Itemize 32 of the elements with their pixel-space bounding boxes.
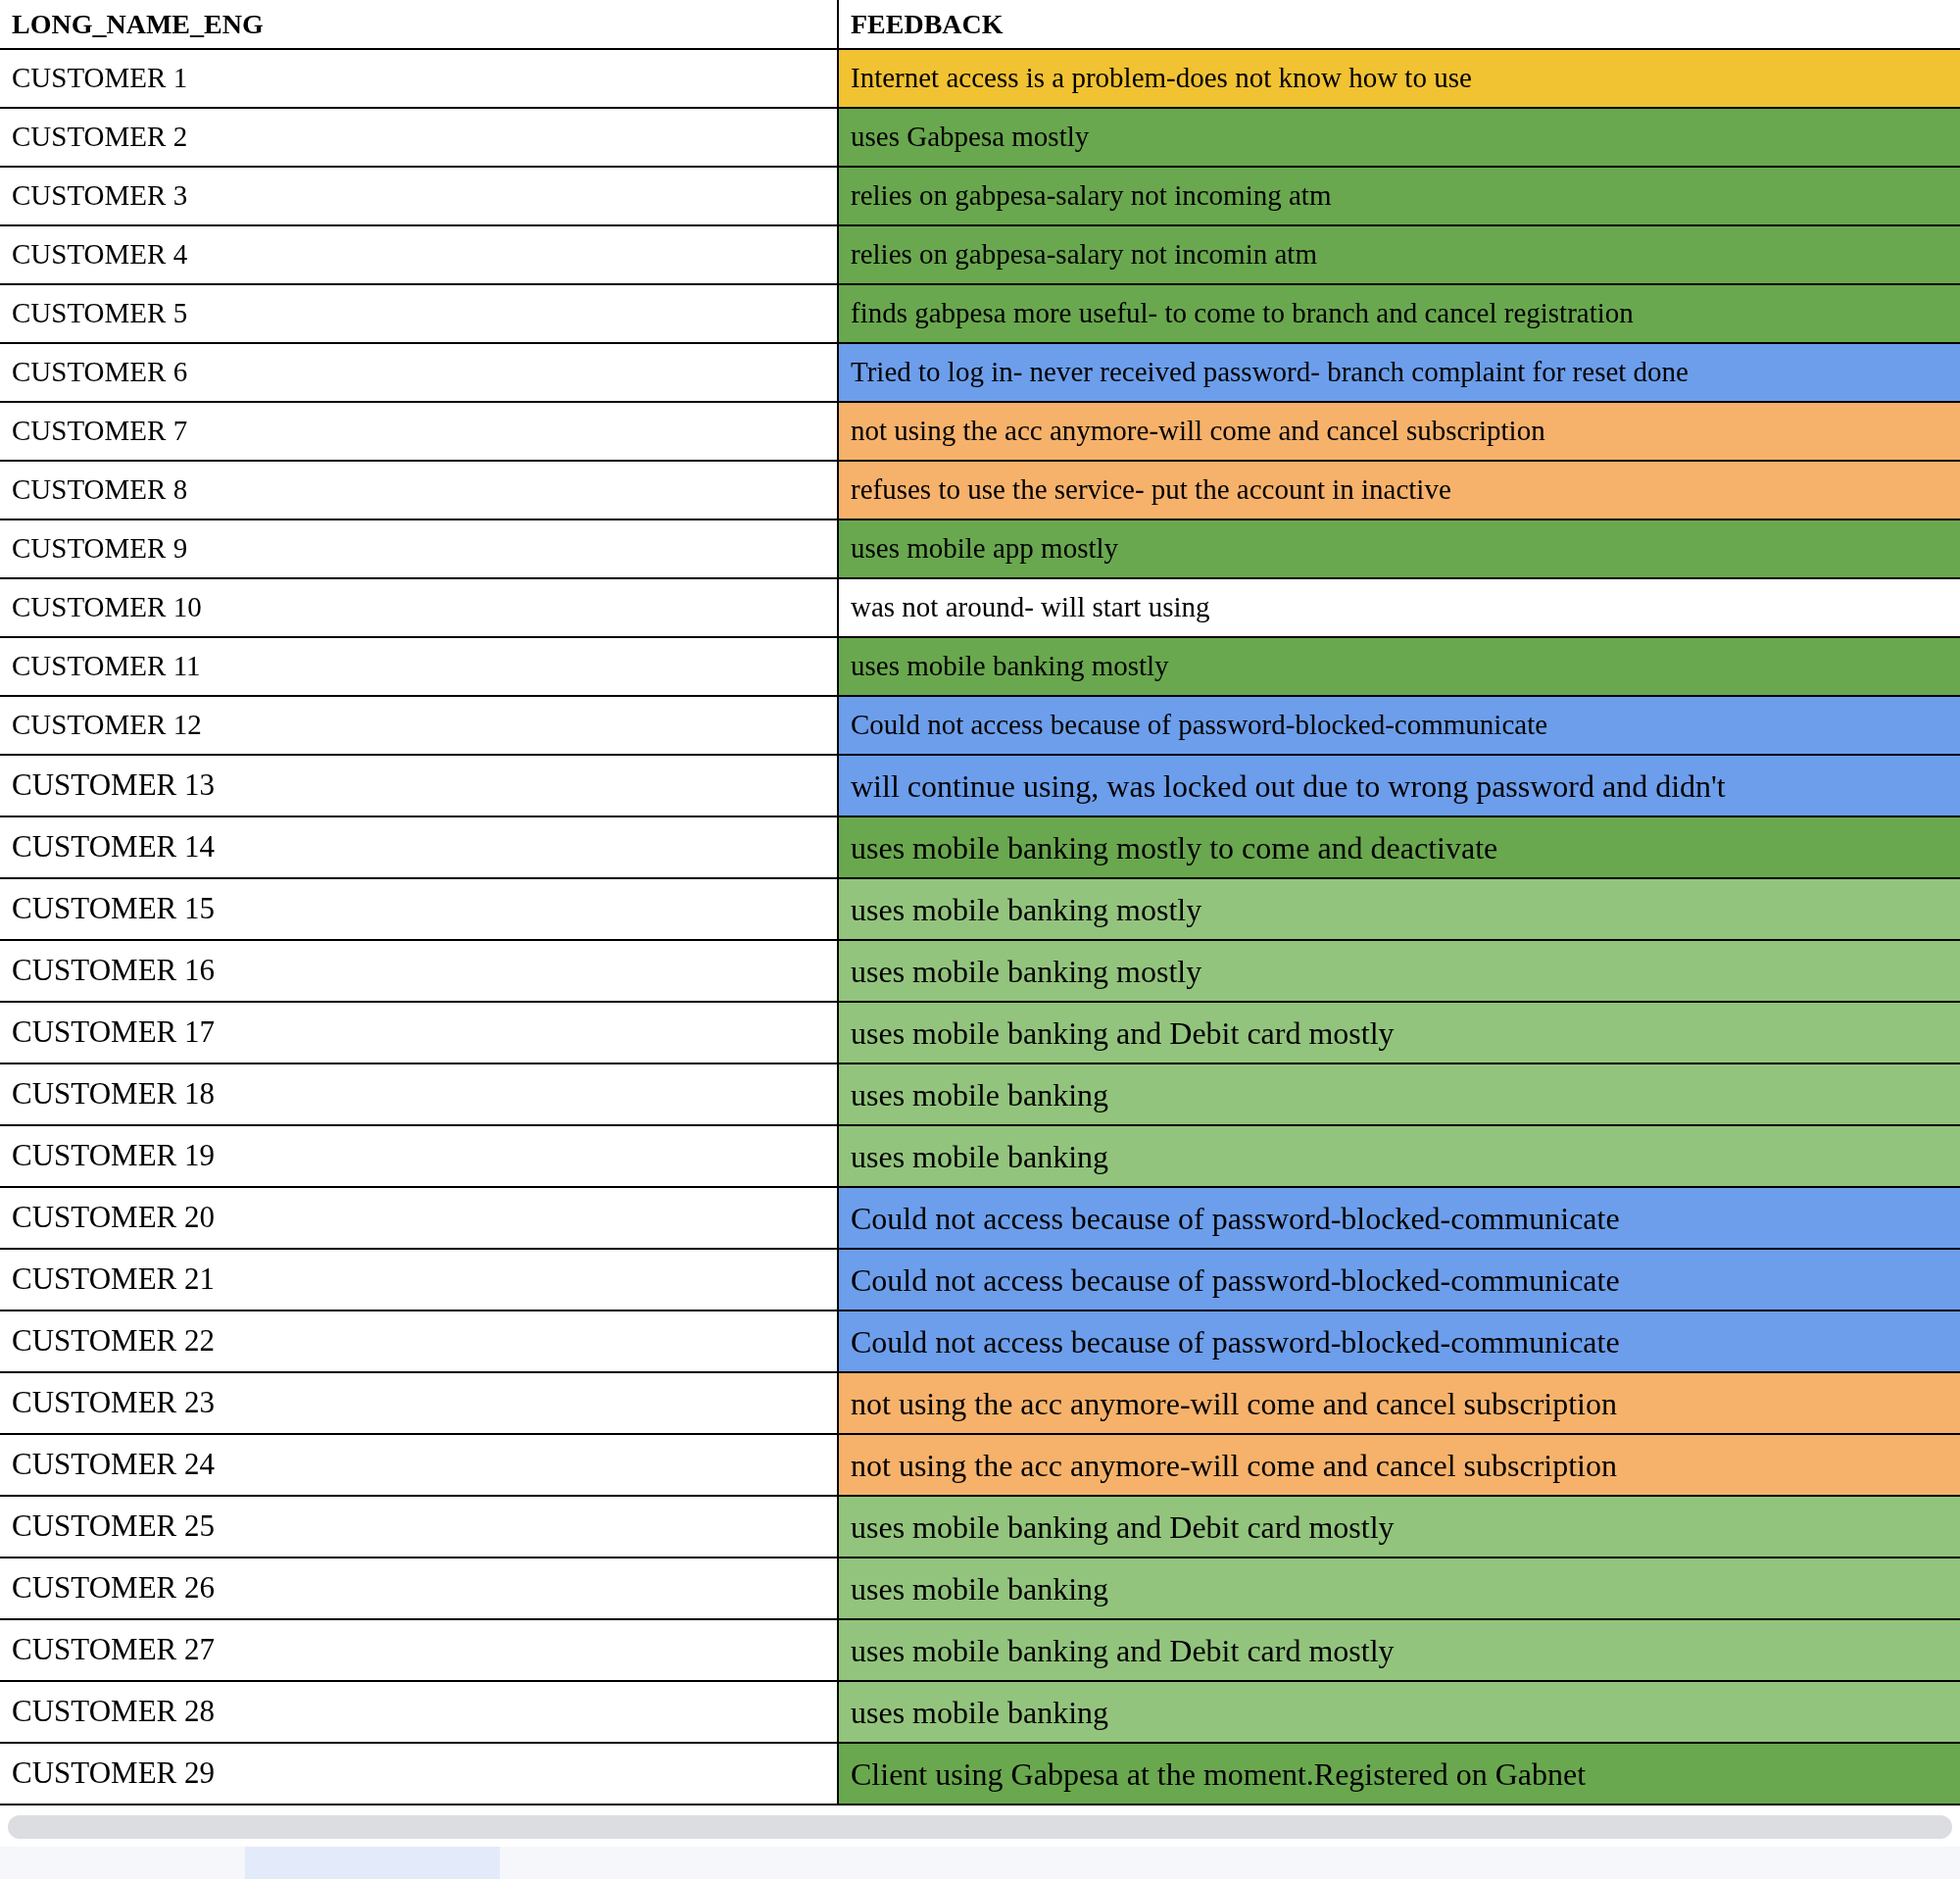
feedback-cell: uses Gabpesa mostly	[839, 109, 1960, 166]
feedback-cell: uses mobile banking	[839, 1682, 1960, 1742]
sheet-tab[interactable]	[245, 1847, 500, 1879]
feedback-cell: not using the acc anymore-will come and cancel subscription	[839, 1435, 1960, 1495]
feedback-cell: not using the acc anymore-will come and cancel subscription	[839, 403, 1960, 460]
feedback-cell: Could not access because of password-blocked-communicate	[839, 1311, 1960, 1371]
feedback-cell: finds gabpesa more useful- to come to branch and cancel registration	[839, 285, 1960, 342]
feedback-cell: not using the acc anymore-will come and cancel subscription	[839, 1373, 1960, 1433]
feedback-cell: uses mobile banking and Debit card mostly	[839, 1003, 1960, 1063]
feedback-cell: uses mobile banking	[839, 1064, 1960, 1124]
feedback-cell: Could not access because of password-blocked-communicate	[839, 697, 1960, 754]
feedback-cell: Tried to log in- never received password- branch complaint for reset done	[839, 344, 1960, 401]
feedback-cell: uses mobile banking and Debit card mostly	[839, 1620, 1960, 1680]
feedback-cell: Could not access because of password-blocked-communicate	[839, 1250, 1960, 1310]
feedback-cell: uses mobile banking and Debit card mostly	[839, 1497, 1960, 1557]
feedback-cell: uses mobile banking	[839, 1558, 1960, 1618]
horizontal-scrollbar[interactable]	[8, 1815, 1952, 1839]
feedback-cell: will continue using, was locked out due to wrong password and didn't	[839, 756, 1960, 816]
feedback-cell: refuses to use the service- put the account in inactive	[839, 462, 1960, 519]
feedback-cell: uses mobile banking mostly to come and deactivate	[839, 817, 1960, 877]
feedback-cell: Client using Gabpesa at the moment.Registered on Gabnet	[839, 1744, 1960, 1804]
feedback-cell: uses mobile banking mostly	[839, 879, 1960, 939]
feedback-cell: uses mobile banking mostly	[839, 941, 1960, 1001]
feedback-cell: Internet access is a problem-does not know how to use	[839, 50, 1960, 107]
feedback-cell: Could not access because of password-blocked-communicate	[839, 1188, 1960, 1248]
feedback-cell: relies on gabpesa-salary not incomin atm	[839, 226, 1960, 283]
feedback-cell: uses mobile banking mostly	[839, 638, 1960, 695]
feedback-cell: relies on gabpesa-salary not incoming atm	[839, 168, 1960, 224]
column-header: LONG_NAME_ENG	[0, 0, 839, 48]
column-header: FEEDBACK	[850, 7, 1004, 41]
feedback-cell: uses mobile banking	[839, 1126, 1960, 1186]
feedback-cell: uses mobile app mostly	[839, 520, 1960, 577]
